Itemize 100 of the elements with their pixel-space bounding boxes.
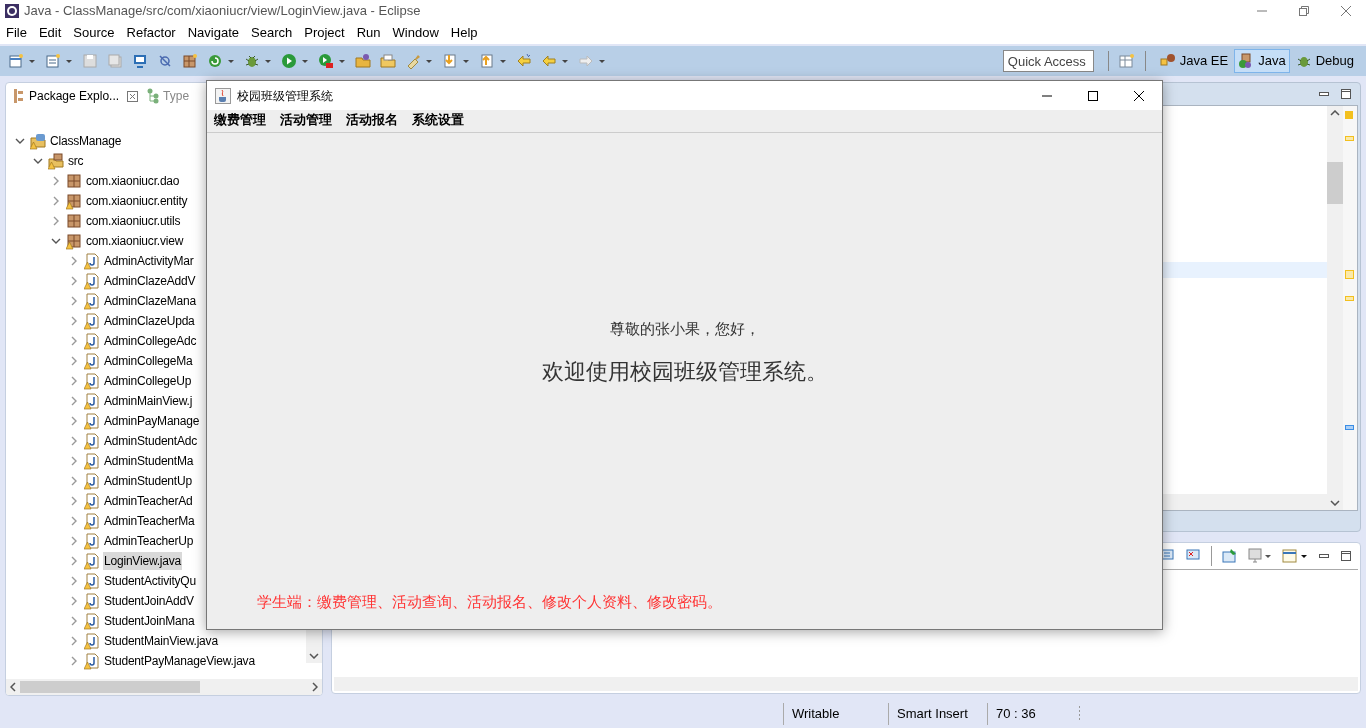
tree-item[interactable]: StudentJoinAddV — [103, 592, 195, 610]
perspective-button[interactable]: Java EE — [1155, 49, 1233, 73]
tree-item[interactable]: src — [67, 152, 85, 170]
tree-item[interactable]: AdminStudentMa — [103, 452, 195, 470]
refresh-icon[interactable] — [207, 53, 235, 69]
menu-item[interactable]: 活动管理 — [279, 109, 333, 132]
menu-item[interactable]: File — [6, 23, 27, 43]
bug-icon[interactable] — [244, 53, 272, 69]
run-icon[interactable] — [281, 53, 309, 69]
new-console-icon[interactable] — [1282, 548, 1308, 564]
tree-item[interactable]: AdminPayManage — [103, 412, 201, 430]
perspective-button[interactable]: Java — [1234, 49, 1290, 73]
scroll-right-icon[interactable] — [312, 682, 318, 692]
quick-access-field[interactable]: Quick Access — [1002, 50, 1094, 72]
tree-item[interactable]: AdminTeacherMa — [103, 512, 196, 530]
tree-item[interactable]: StudentPayManageView.java — [103, 652, 256, 670]
horizontal-scrollbar[interactable] — [334, 677, 1358, 691]
greeting-text: 尊敬的张小果，您好， — [609, 319, 760, 339]
menu-item[interactable]: Edit — [38, 23, 62, 43]
tree-item[interactable]: StudentActivityQu — [103, 572, 197, 590]
tree-item[interactable]: AdminTeacherAd — [103, 492, 194, 510]
menu-item[interactable]: Help — [450, 23, 478, 43]
display-icon[interactable] — [1248, 548, 1272, 564]
view-tab[interactable]: Type — [144, 84, 192, 108]
scroll-down-icon[interactable] — [309, 653, 319, 659]
tree-item[interactable]: com.xiaoniucr.view — [85, 232, 185, 250]
tree-item[interactable]: AdminClazeAddV — [103, 272, 197, 290]
role-description: 学生端：缴费管理、活动查询、活动报名、修改个人资料、修改密码。 — [256, 591, 723, 612]
previous-annotation-icon[interactable] — [479, 53, 507, 69]
new-icon[interactable] — [8, 53, 36, 69]
package-explorer-icon — [12, 88, 26, 104]
welcome-heading: 欢迎使用校园班级管理系统。 — [541, 357, 828, 386]
menu-item[interactable]: Project — [304, 23, 345, 43]
tree-item[interactable]: AdminMainView.j — [103, 392, 194, 410]
run-external-icon[interactable] — [318, 53, 346, 69]
maximize-icon[interactable] — [1340, 550, 1352, 562]
scroll-down-icon[interactable] — [1330, 500, 1340, 506]
menu-item[interactable]: 系统设置 — [411, 109, 465, 132]
menu-item[interactable]: Refactor — [126, 23, 176, 43]
menu-item[interactable]: Source — [73, 23, 115, 43]
brush-icon[interactable] — [405, 53, 433, 69]
open-perspective-icon[interactable] — [1118, 53, 1135, 69]
tree-item[interactable]: StudentJoinMana — [103, 612, 196, 630]
tree-item[interactable]: AdminTeacherUp — [103, 532, 195, 550]
tree-item[interactable]: AdminStudentUp — [103, 472, 193, 490]
back-icon[interactable] — [541, 53, 569, 69]
menu-item[interactable]: Run — [356, 23, 381, 43]
scrollbar-thumb[interactable] — [20, 681, 200, 693]
tree-item[interactable]: StudentMainView.java — [103, 632, 219, 650]
tree-item[interactable]: ClassManage — [49, 132, 123, 150]
pin-icon[interactable] — [1222, 548, 1238, 564]
package-icon[interactable] — [182, 53, 198, 69]
app-window-title: 校园班级管理系统 — [237, 87, 333, 105]
close-icon[interactable] — [1133, 89, 1145, 102]
tree-item[interactable]: AdminCollegeUp — [103, 372, 193, 390]
tree-item[interactable]: AdminClazeMana — [103, 292, 197, 310]
tree-item[interactable]: AdminStudentAdc — [103, 432, 199, 450]
tree-item[interactable]: AdminActivityMar — [103, 252, 195, 270]
menu-item[interactable]: Search — [251, 23, 293, 43]
last-edit-icon[interactable] — [516, 53, 532, 69]
tree-item[interactable]: AdminCollegeMa — [103, 352, 194, 370]
menu-item[interactable]: 活动报名 — [345, 109, 399, 132]
forward-icon[interactable] — [578, 53, 606, 69]
tree-item[interactable]: LoginView.java — [103, 552, 183, 570]
status-field: Smart Insert — [889, 704, 987, 724]
eclipse-logo-icon — [4, 3, 20, 19]
menu-item[interactable]: Navigate — [187, 23, 239, 43]
scroll-up-icon[interactable] — [1330, 110, 1340, 116]
next-annotation-icon[interactable] — [442, 53, 470, 69]
monitor-icon[interactable] — [132, 53, 148, 69]
horizontal-scrollbar[interactable] — [6, 679, 322, 695]
vertical-scrollbar[interactable] — [1327, 106, 1343, 510]
skip-breakpoints-icon[interactable] — [157, 53, 173, 69]
folder-icon[interactable] — [380, 53, 396, 69]
status-field: 70 : 36 — [988, 704, 1078, 724]
view-tab[interactable]: Package Explo... — [10, 84, 122, 108]
open-folder-icon[interactable] — [355, 53, 371, 69]
warning-marker — [1345, 136, 1354, 141]
maximize-icon[interactable] — [1087, 89, 1099, 102]
tab-label: Package Explo... — [29, 88, 120, 105]
perspective-button[interactable]: Debug — [1291, 49, 1358, 73]
menu-item[interactable]: Window — [392, 23, 439, 43]
save-all-icon[interactable] — [107, 53, 123, 69]
scrollbar-thumb[interactable] — [1327, 162, 1343, 204]
maximize-icon[interactable] — [1340, 88, 1352, 100]
new-class-icon[interactable] — [45, 53, 73, 69]
java-cup-icon — [215, 87, 231, 104]
tree-item[interactable]: AdminClazeUpda — [103, 312, 196, 330]
menu-item[interactable]: 缴费管理 — [213, 109, 267, 132]
hierarchy-icon — [146, 88, 161, 104]
tab-label: Type — [163, 88, 190, 105]
tree-item[interactable]: com.xiaoniucr.utils — [85, 212, 182, 230]
warning-marker — [1345, 111, 1353, 119]
tree-item[interactable]: com.xiaoniucr.dao — [85, 172, 181, 190]
grip-icon[interactable] — [1078, 705, 1081, 723]
restore-icon[interactable] — [1298, 5, 1310, 17]
tree-item[interactable]: com.xiaoniucr.entity — [85, 192, 189, 210]
tree-item[interactable]: AdminCollegeAdc — [103, 332, 198, 350]
scroll-left-icon[interactable] — [10, 682, 16, 692]
save-icon[interactable] — [82, 53, 98, 69]
